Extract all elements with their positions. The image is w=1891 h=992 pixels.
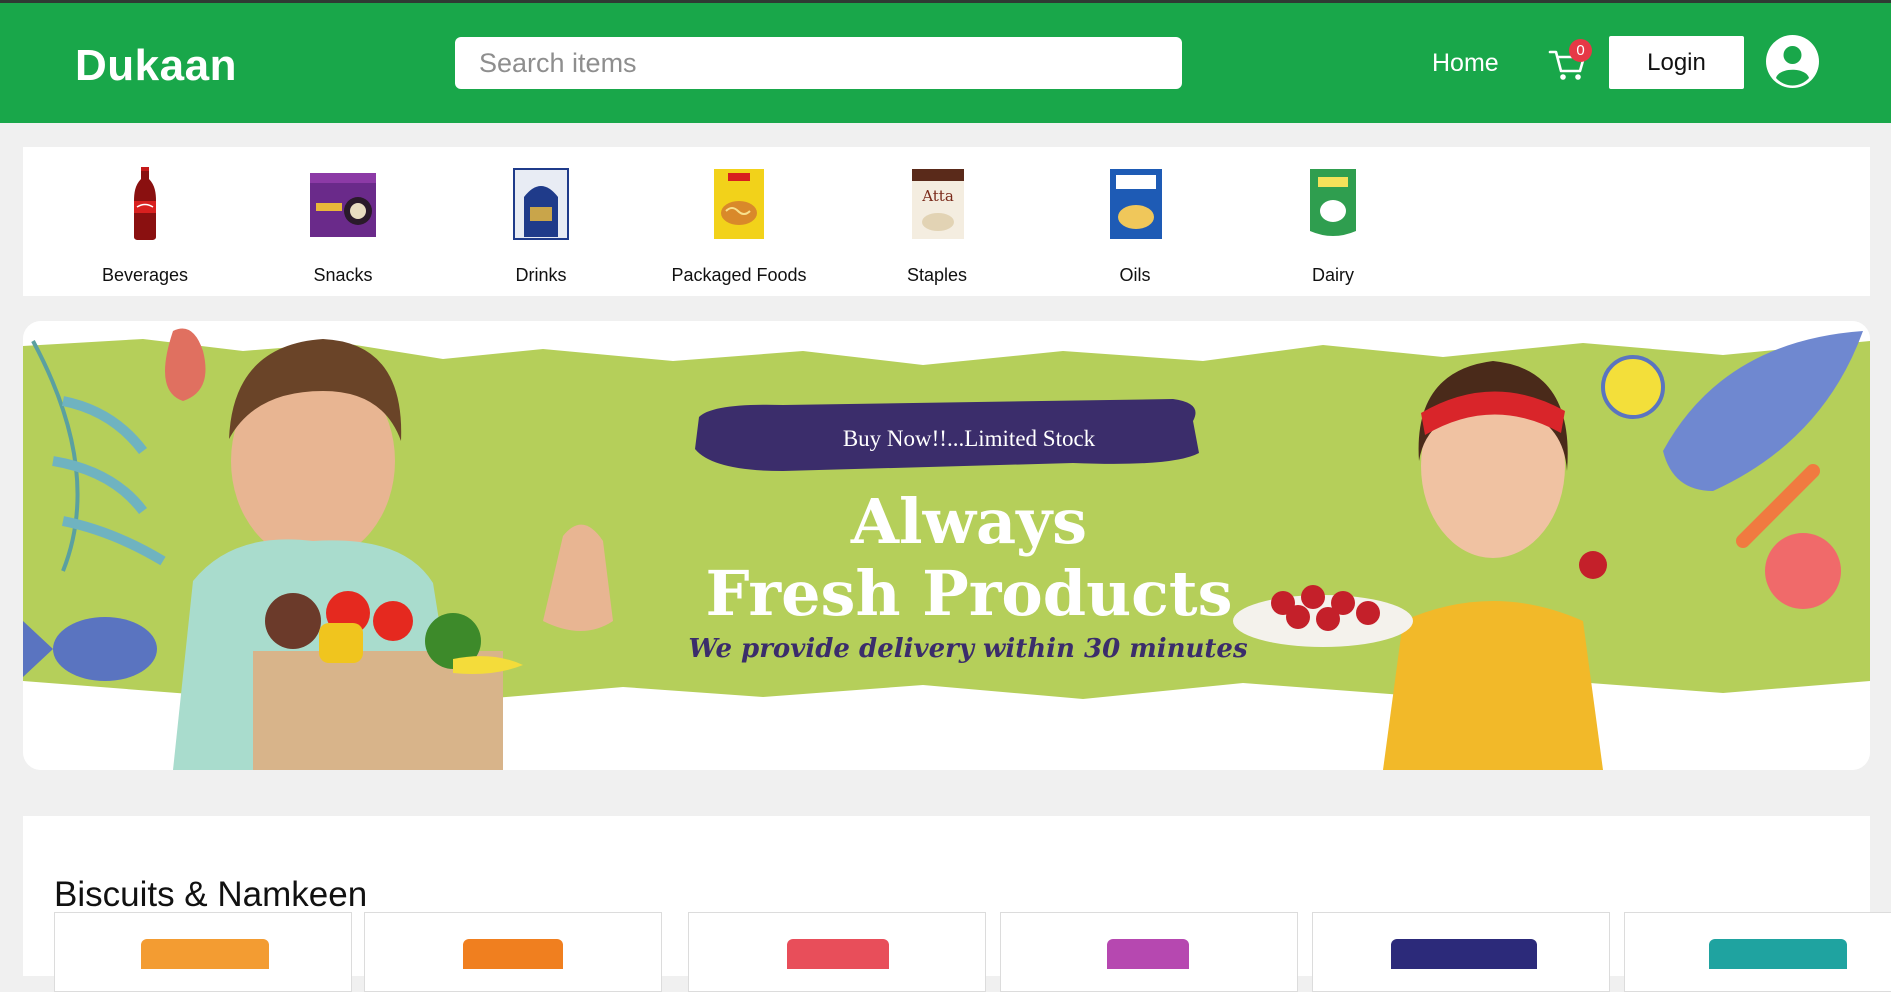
product-section-biscuits-namkeen: Biscuits & Namkeen [23,816,1891,992]
category-strip: Beverages Snacks Drinks Packaged Foods A… [23,147,1870,296]
banner-subtitle: We provide delivery within 30 minutes [688,634,1248,664]
category-label: Staples [906,265,968,285]
category-label: Dairy [1311,265,1354,285]
cola-bottle-icon [134,167,156,240]
product-image [1709,939,1847,969]
product-image [463,939,563,969]
category-snacks[interactable]: Snacks [244,147,442,296]
login-button[interactable]: Login [1609,36,1744,89]
category-drinks[interactable]: Drinks [442,147,640,296]
category-label: Drinks [515,265,567,285]
category-label: Packaged Foods [671,265,807,285]
oil-pack-icon [1110,169,1162,239]
milk-pack-icon [1310,169,1356,236]
product-card[interactable] [364,912,662,992]
svg-text:Atta: Atta [921,187,954,205]
noodles-pack-icon [714,169,764,239]
product-image [141,939,269,969]
product-image [1391,939,1537,969]
category-staples[interactable]: Atta Staples [838,147,1036,296]
tea-box-icon [513,168,569,240]
promo-banner[interactable]: Buy Now!!...Limited Stock Always Fresh P… [23,321,1870,770]
top-navbar: Dukaan Home 0 Login [0,3,1891,123]
product-card[interactable] [1624,912,1891,992]
category-label: Snacks [313,265,373,285]
section-title: Biscuits & Namkeen [54,875,368,915]
category-label: Beverages [101,265,189,285]
banner-headline-line-1: Always [850,485,1088,558]
banner-headline-line-2: Fresh Products [705,557,1233,630]
nav-home-link[interactable]: Home [1432,49,1499,78]
product-card[interactable] [1312,912,1610,992]
banner-tagline: Buy Now!!...Limited Stock [842,426,1096,451]
banner-headline: Always Fresh Products [583,486,1355,630]
category-beverages[interactable]: Beverages [46,147,244,296]
user-account-icon[interactable] [1766,35,1819,88]
product-card[interactable] [688,912,986,992]
product-card[interactable] [1000,912,1298,992]
product-image [1107,939,1189,969]
cart-count-badge: 0 [1569,39,1592,62]
category-label: Oils [1119,265,1151,285]
site-logo[interactable]: Dukaan [75,41,237,91]
atta-pack-icon: Atta [912,169,964,239]
search-input[interactable] [455,37,1182,89]
snack-box-icon [310,173,376,237]
category-oils[interactable]: Oils [1036,147,1234,296]
category-dairy[interactable]: Dairy [1234,147,1432,296]
product-image [787,939,889,969]
product-card[interactable] [54,912,352,992]
category-packaged-foods[interactable]: Packaged Foods [640,147,838,296]
